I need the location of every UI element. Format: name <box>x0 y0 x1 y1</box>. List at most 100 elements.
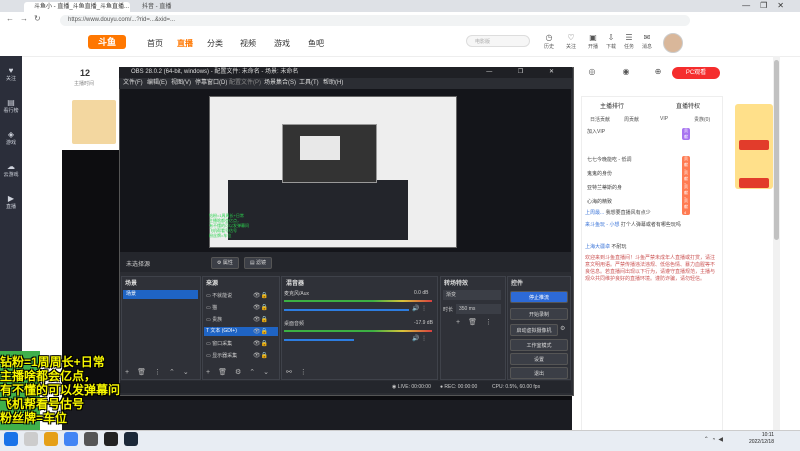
tab-daily[interactable]: 日活贡献 <box>590 116 610 123</box>
taskbar <box>0 430 800 451</box>
source-toolbar[interactable]: +🗑⚙⌃⌄ <box>206 368 277 376</box>
speaker-icon[interactable]: 🔊 ⋮ <box>412 305 427 312</box>
volume-slider[interactable] <box>284 339 354 341</box>
nav-category[interactable]: 分类 <box>207 38 223 49</box>
top-icon-1[interactable]: ◎ <box>580 67 604 76</box>
down-icon: ⌄ <box>182 369 197 376</box>
minimize-icon[interactable]: — <box>742 1 760 10</box>
download-icon[interactable]: ▣ 开播 <box>584 33 602 50</box>
rank-row[interactable]: 心海的精致 贡献4 <box>587 198 690 215</box>
search-input[interactable]: 电影版 <box>466 35 530 47</box>
tab-noble[interactable]: 贵族(0) <box>694 116 710 123</box>
follow-icon[interactable]: ♡ 关注 <box>562 33 580 50</box>
ad-banner-button[interactable] <box>739 140 769 150</box>
heart-icon: ♥ <box>8 66 14 75</box>
tab-anchor-rank[interactable]: 主播排行 <box>600 101 624 110</box>
rank-row[interactable]: 七七今晚能吃 - 低调 贡献1 <box>587 156 690 173</box>
sidebar-item-game[interactable]: ◈ 游戏 <box>0 130 22 146</box>
obs-menu-scenecoll[interactable]: 场景集合(S) <box>264 78 296 89</box>
source-item[interactable]: ▭ 不就能说 <box>206 292 232 299</box>
scene-item[interactable]: 场景 <box>123 290 198 299</box>
source-item[interactable]: ▭ 显示器采集 <box>206 352 237 359</box>
settings-button[interactable]: 设置 <box>510 353 568 365</box>
system-tray[interactable]: ⌃◔◀ <box>704 436 726 443</box>
cart-icon[interactable]: ⇩ 下载 <box>602 33 620 50</box>
obs-titlebar[interactable]: OBS 28.0.2 (64-bit, windows) - 配置文件: 未命名… <box>119 67 572 78</box>
reload-icon[interactable]: ↻ <box>34 14 47 23</box>
obs-icon[interactable] <box>104 432 118 446</box>
system-notice: 欢迎来到斗鱼直播间！斗鱼严禁未成年人直播或打赏，请注意文明用语。严禁传播违法违规… <box>585 255 716 282</box>
virtual-camera-button[interactable]: 启动虚拟摄像机 <box>510 324 558 336</box>
sidebar-item-rank[interactable]: ▤ 看行榜 <box>0 98 22 114</box>
nav-home[interactable]: 首页 <box>147 38 163 49</box>
volume-slider[interactable] <box>284 309 409 311</box>
message-icon[interactable]: ✉ 消息 <box>638 33 656 50</box>
folder-icon[interactable] <box>44 432 58 446</box>
window-icon: ▭ <box>206 341 211 347</box>
exit-button[interactable]: 退出 <box>510 367 568 379</box>
tab-weekly[interactable]: 周贡献 <box>624 116 639 123</box>
close-icon[interactable]: ✕ <box>777 1 794 10</box>
browser-nav-buttons[interactable]: ←→↻ <box>6 14 47 23</box>
source-visibility-column[interactable]: 👁🔒 👁🔒 👁🔒 👁🔒 👁🔒 👁🔒 <box>253 290 268 362</box>
pc-watch-button[interactable]: PC观看 <box>672 67 720 79</box>
source-item[interactable]: ▭ 猫 <box>206 304 217 311</box>
gear-icon[interactable]: ⚙ <box>560 325 565 332</box>
sidebar-item-follow[interactable]: ♥ 关注 <box>0 66 22 82</box>
browser-tab[interactable]: 抖音 - 直播 <box>134 2 224 12</box>
source-item[interactable]: ▭ 贵族 <box>206 316 222 323</box>
sidebar-item-cloudgame[interactable]: ☁ 云游戏 <box>0 162 22 178</box>
maximize-icon[interactable]: ❐ <box>760 1 777 10</box>
app-icon[interactable] <box>84 432 98 446</box>
forward-icon[interactable]: → <box>20 14 34 23</box>
search-icon[interactable] <box>24 432 38 446</box>
nav-video[interactable]: 视频 <box>240 38 256 49</box>
task-icon[interactable]: ☰ 任务 <box>620 33 638 50</box>
back-icon[interactable]: ← <box>6 14 20 23</box>
top-icon-2[interactable]: ◉ <box>614 67 638 76</box>
transition-toolbar[interactable]: +🗑⋮ <box>456 318 500 326</box>
obs-menu-docks[interactable]: 停靠窗口(D) <box>195 78 227 89</box>
properties-button[interactable]: ⚙ 属性 <box>211 257 239 269</box>
rank-row[interactable]: 鬼鬼的身份 贡献2 <box>587 170 690 187</box>
studio-mode-button[interactable]: 工作室模式 <box>510 339 568 351</box>
rank-row[interactable]: 亚特兰蒂斯的身 贡献3 <box>587 184 690 201</box>
source-item[interactable]: ▭ 窗口采集 <box>206 340 232 347</box>
nav-game[interactable]: 游戏 <box>274 38 290 49</box>
obs-menu-file[interactable]: 文件(F) <box>123 78 143 89</box>
url-input[interactable]: https://www.douyu.com/...?rid=...&xid=..… <box>60 15 690 26</box>
transition-select[interactable]: 渐变 <box>443 290 501 300</box>
top-icon-3[interactable]: ⊕ <box>646 67 670 76</box>
history-icon[interactable]: ◷ 历史 <box>540 33 558 50</box>
obs-menu-tools[interactable]: 工具(T) <box>299 78 319 89</box>
stop-streaming-button[interactable]: 停止推流 <box>510 291 568 303</box>
speaker-icon[interactable]: 🔊 ⋮ <box>412 335 427 342</box>
filters-button[interactable]: ▤ 滤镜 <box>244 257 272 269</box>
duration-input[interactable]: 350 ms <box>456 304 501 314</box>
nav-yuba[interactable]: 鱼吧 <box>308 38 324 49</box>
start-icon[interactable] <box>4 432 18 446</box>
ad-banner-button[interactable] <box>739 178 769 188</box>
window-controls[interactable]: —❐✕ <box>742 0 794 12</box>
scrollbar-thumb[interactable] <box>774 60 779 240</box>
tab-privilege[interactable]: 直播特权 <box>676 101 700 110</box>
streamer-avatar[interactable] <box>72 100 116 144</box>
browser-tab-active[interactable]: 斗鱼小 - 直播_斗鱼直播_斗鱼直播... <box>24 2 130 12</box>
start-recording-button[interactable]: 开始录制 <box>510 308 568 320</box>
more-icon: ⋮ <box>484 319 500 326</box>
obs-window-controls[interactable]: — ❐ ✕ <box>486 67 566 78</box>
obs-menu-edit[interactable]: 编辑(E) <box>147 78 167 89</box>
chrome-icon[interactable] <box>64 432 78 446</box>
sidebar-item-live[interactable]: ▶ 直播 <box>0 194 22 210</box>
nav-live[interactable]: 直播 <box>177 38 193 49</box>
steam-icon[interactable] <box>124 432 138 446</box>
mixer-toolbar[interactable]: ⚯⋮ <box>286 368 315 376</box>
site-logo[interactable]: 斗鱼 <box>88 35 126 49</box>
clock[interactable]: 10:11 2022/12/18 <box>749 432 774 446</box>
tab-vip[interactable]: VIP <box>660 116 668 122</box>
obs-menu-profile[interactable]: 配置文件(P) <box>229 78 261 89</box>
obs-menu-view[interactable]: 视图(V) <box>171 78 191 89</box>
rank-row[interactable]: 加入VIP 贡献 <box>587 128 690 140</box>
obs-menu-help[interactable]: 帮助(H) <box>323 78 343 89</box>
avatar[interactable] <box>663 33 683 53</box>
